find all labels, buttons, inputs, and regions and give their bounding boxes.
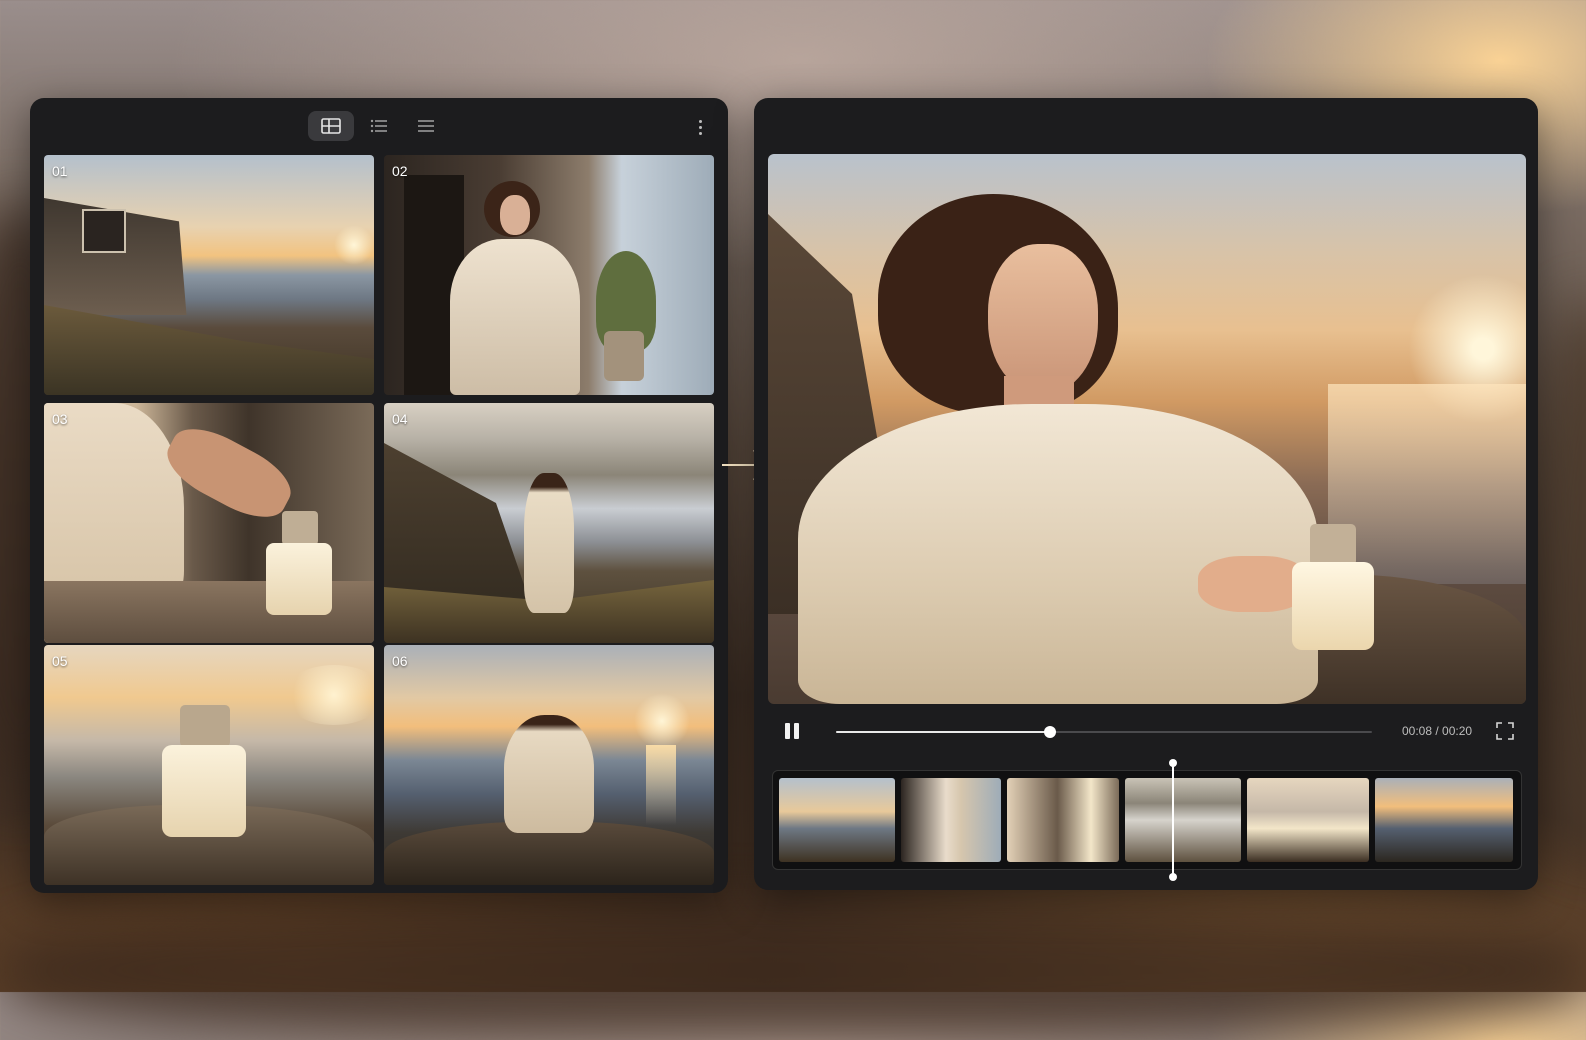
- storyboard-tile[interactable]: 03: [44, 403, 374, 643]
- video-preview[interactable]: [768, 154, 1526, 704]
- fullscreen-icon[interactable]: [1496, 722, 1514, 740]
- storyboard-tile[interactable]: 02: [384, 155, 714, 395]
- perfume-cap: [180, 705, 230, 747]
- filmstrip-frame[interactable]: [779, 778, 895, 862]
- tile-number: 02: [392, 163, 408, 179]
- pause-icon[interactable]: [782, 720, 804, 742]
- woman-face: [988, 244, 1098, 394]
- playback-controls: 00:08 / 00:20: [768, 712, 1526, 752]
- grid-view-icon: [321, 118, 341, 134]
- tile-number: 04: [392, 411, 408, 427]
- cream-coat: [798, 404, 1318, 704]
- tile-number: 01: [52, 163, 68, 179]
- filmstrip-frame[interactable]: [1125, 778, 1241, 862]
- perfume-bottle: [162, 745, 246, 837]
- filmstrip-frame[interactable]: [901, 778, 1001, 862]
- house-window: [82, 209, 126, 253]
- sun-glow: [284, 665, 374, 725]
- filmstrip-frame[interactable]: [1247, 778, 1369, 862]
- storyboard-tile[interactable]: 05: [44, 645, 374, 885]
- woman-seated: [504, 715, 594, 833]
- storyboard-tile[interactable]: 01: [44, 155, 374, 395]
- more-vertical-icon[interactable]: [690, 115, 710, 139]
- progress-knob[interactable]: [1044, 726, 1057, 738]
- progress-track[interactable]: [836, 726, 1372, 738]
- tile-number: 06: [392, 653, 408, 669]
- perfume-cap: [1310, 524, 1356, 566]
- filmstrip-frame[interactable]: [1007, 778, 1119, 862]
- planter: [604, 331, 644, 381]
- tile-number: 03: [52, 411, 68, 427]
- menu-lines-icon: [418, 120, 434, 132]
- woman-figure: [524, 473, 574, 613]
- woman-face: [500, 195, 530, 235]
- tile-number: 05: [52, 653, 68, 669]
- storyboard-panel: 01 02 03 04 05 06: [30, 98, 728, 893]
- grid-view-button[interactable]: [308, 111, 354, 141]
- list-view-icon: [370, 119, 387, 133]
- filmstrip-playhead[interactable]: [1169, 759, 1178, 881]
- background-blur: [1530, 300, 1586, 860]
- storyboard-tile[interactable]: 06: [384, 645, 714, 885]
- background-blur: [0, 900, 1586, 1040]
- compact-list-view-button[interactable]: [403, 111, 449, 141]
- view-toolbar: [30, 98, 728, 154]
- sun: [634, 693, 690, 749]
- video-player-panel: 00:08 / 00:20: [754, 98, 1538, 890]
- hillside: [44, 305, 374, 395]
- sun-reflection: [646, 745, 676, 825]
- storyboard-tile[interactable]: 04: [384, 403, 714, 643]
- list-view-button[interactable]: [356, 111, 402, 141]
- filmstrip-frame[interactable]: [1375, 778, 1513, 862]
- perfume-bottle: [266, 543, 332, 615]
- sun: [334, 225, 374, 265]
- time-display: 00:08 / 00:20: [1402, 724, 1473, 738]
- perfume-cap: [282, 511, 318, 545]
- progress-fill: [836, 731, 1051, 733]
- cream-coat: [450, 239, 580, 395]
- sea-glare: [1328, 384, 1526, 584]
- perfume-bottle: [1292, 562, 1374, 650]
- filmstrip[interactable]: [772, 759, 1522, 881]
